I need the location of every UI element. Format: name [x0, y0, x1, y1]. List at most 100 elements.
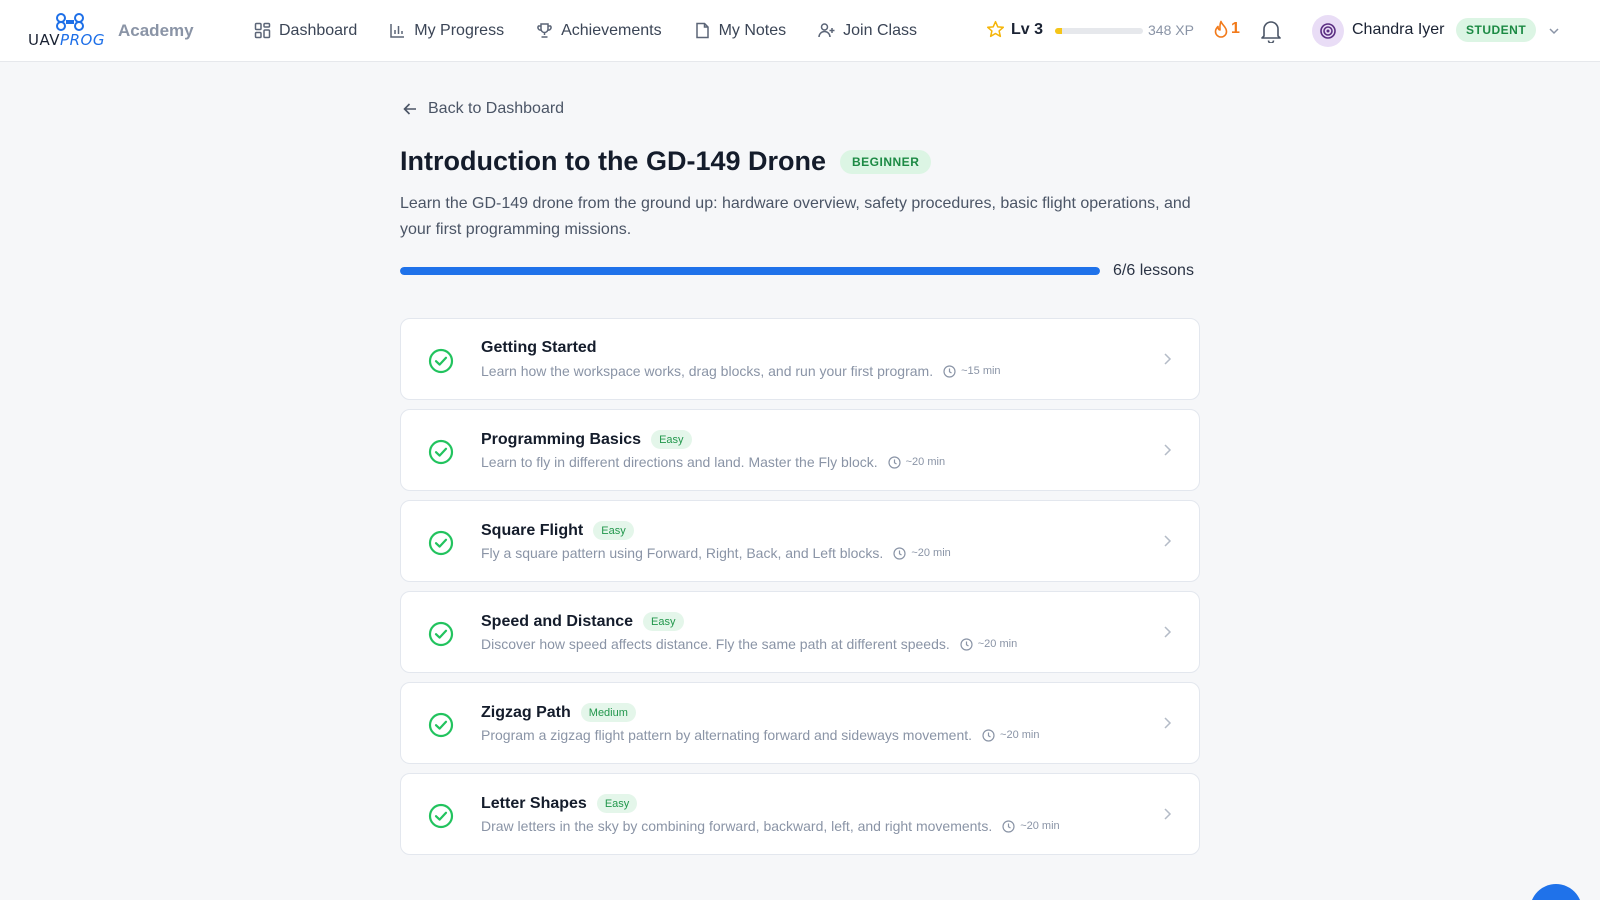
chevron-right-icon	[1164, 353, 1172, 365]
logo-wordmark: UAVPROG	[28, 31, 105, 49]
lesson-duration: ~20 min	[1002, 819, 1060, 833]
difficulty-badge: Easy	[643, 612, 684, 631]
lesson-duration: ~20 min	[982, 728, 1040, 742]
lesson-title: Letter Shapes	[481, 794, 587, 812]
logo[interactable]: UAVPROG	[28, 12, 108, 49]
lesson-card[interactable]: Programming Basics Easy Learn to fly in …	[400, 409, 1200, 491]
lesson-duration-label: ~20 min	[977, 638, 1018, 650]
nav-dashboard[interactable]: Dashboard	[254, 22, 357, 40]
bell-icon	[1261, 21, 1281, 44]
lesson-card[interactable]: Square Flight Easy Fly a square pattern …	[400, 500, 1200, 582]
academy-label: Academy	[118, 20, 194, 40]
lesson-title: Programming Basics	[481, 430, 642, 448]
lesson-duration: ~20 min	[893, 546, 951, 560]
lesson-description: Learn how the workspace works, drag bloc…	[481, 363, 934, 379]
course-title-row: Introduction to the GD-149 Drone BEGINNE…	[400, 146, 932, 177]
chevron-right-icon	[1164, 808, 1172, 820]
lesson-duration-label: ~20 min	[905, 456, 946, 468]
lesson-title: Square Flight	[481, 521, 584, 539]
course-progress-fill	[400, 267, 1100, 275]
lesson-description: Program a zigzag flight pattern by alter…	[481, 727, 973, 743]
main-nav: Dashboard My Progress Achievements My No…	[254, 22, 917, 40]
lesson-meta-row: Fly a square pattern using Forward, Righ…	[481, 545, 951, 561]
note-icon	[695, 22, 709, 39]
xp-progress-bar	[1055, 28, 1143, 34]
lesson-meta-row: Draw letters in the sky by combining for…	[481, 818, 1060, 834]
lesson-card[interactable]: Speed and Distance Easy Discover how spe…	[400, 591, 1200, 673]
chevron-down-icon	[1549, 28, 1559, 35]
lesson-list: Getting Started Learn how the workspace …	[400, 318, 1200, 864]
chevron-right-icon	[1164, 717, 1172, 729]
bar-chart-icon	[390, 24, 405, 38]
target-avatar-icon	[1320, 23, 1336, 39]
logo-text-prog: PROG	[60, 30, 105, 49]
lesson-duration: ~20 min	[960, 637, 1018, 651]
lesson-meta-row: Learn to fly in different directions and…	[481, 454, 945, 470]
nav-achievements[interactable]: Achievements	[536, 22, 662, 40]
course-progress-bar	[400, 267, 1100, 275]
lesson-description: Discover how speed affects distance. Fly…	[481, 636, 950, 652]
lesson-description: Draw letters in the sky by combining for…	[481, 818, 993, 834]
top-navigation-bar: UAVPROG Academy Dashboard My Progress Ac…	[0, 0, 1600, 62]
notifications-button[interactable]	[1260, 19, 1282, 48]
lesson-duration: ~20 min	[888, 455, 946, 469]
lesson-card[interactable]: Zigzag Path Medium Program a zigzag flig…	[400, 682, 1200, 764]
lesson-duration-label: ~20 min	[1000, 729, 1040, 741]
lesson-title-row: Speed and Distance Easy	[481, 612, 684, 631]
back-to-dashboard-link[interactable]: Back to Dashboard	[402, 100, 564, 118]
nav-my-progress[interactable]: My Progress	[389, 22, 504, 40]
chevron-right-icon	[1164, 626, 1172, 638]
lesson-meta-row: Discover how speed affects distance. Fly…	[481, 636, 1017, 652]
lesson-duration-label: ~15 min	[961, 365, 1001, 377]
grid-icon	[254, 22, 271, 39]
course-description: Learn the GD-149 drone from the ground u…	[400, 195, 1191, 238]
level-label: Lv 3	[1011, 20, 1044, 38]
nav-my-notes[interactable]: My Notes	[694, 22, 786, 40]
lesson-title-row: Programming Basics Easy	[481, 430, 692, 449]
difficulty-badge: Medium	[580, 703, 636, 722]
nav-dashboard-label: Dashboard	[279, 21, 358, 39]
user-name[interactable]: Chandra Iyer	[1352, 21, 1445, 39]
help-fab-button[interactable]	[1530, 884, 1582, 900]
difficulty-badge: Easy	[596, 794, 638, 813]
user-menu-toggle[interactable]	[1548, 24, 1560, 42]
lesson-title-row: Letter Shapes Easy	[481, 794, 638, 813]
drone-logo-icon	[56, 12, 84, 31]
xp-progress-fill	[1055, 28, 1063, 34]
lesson-title-row: Getting Started	[481, 339, 597, 357]
arrow-left-icon	[403, 103, 416, 115]
xp-label: 348 XP	[1148, 22, 1194, 38]
lesson-description: Learn to fly in different directions and…	[481, 454, 878, 470]
lesson-card[interactable]: Getting Started Learn how the workspace …	[400, 318, 1200, 400]
clock-icon	[960, 637, 973, 651]
check-circle-icon	[428, 439, 454, 465]
check-circle-icon	[428, 530, 454, 556]
check-circle-icon	[428, 621, 454, 647]
lesson-title: Getting Started	[481, 339, 597, 356]
level-indicator[interactable]: Lv 3	[986, 20, 1043, 39]
clock-icon	[1002, 819, 1015, 833]
clock-icon	[888, 455, 901, 469]
lesson-card[interactable]: Letter Shapes Easy Draw letters in the s…	[400, 773, 1200, 855]
brand[interactable]: UAVPROG Academy	[28, 12, 228, 49]
nav-join-class[interactable]: Join Class	[818, 22, 917, 40]
avatar[interactable]	[1312, 15, 1344, 47]
lesson-duration-label: ~20 min	[1020, 820, 1060, 832]
flame-icon	[1214, 20, 1228, 38]
lesson-description: Fly a square pattern using Forward, Righ…	[481, 545, 884, 561]
lesson-title: Speed and Distance	[481, 612, 634, 630]
nav-my-progress-label: My Progress	[414, 21, 505, 39]
course-progress-label: 6/6 lessons	[1113, 262, 1194, 279]
check-circle-icon	[428, 712, 454, 738]
clock-icon	[893, 546, 906, 560]
lesson-title: Zigzag Path	[481, 703, 571, 721]
streak-count: 1	[1231, 20, 1240, 37]
chevron-right-icon	[1164, 444, 1172, 456]
course-level-badge: BEGINNER	[840, 149, 932, 174]
role-badge: STUDENT	[1456, 18, 1537, 42]
back-label: Back to Dashboard	[428, 100, 565, 117]
streak-indicator[interactable]: 1	[1214, 20, 1240, 38]
lesson-meta-row: Learn how the workspace works, drag bloc…	[481, 363, 1001, 379]
difficulty-badge: Easy	[593, 521, 634, 540]
user-plus-icon	[818, 23, 835, 38]
